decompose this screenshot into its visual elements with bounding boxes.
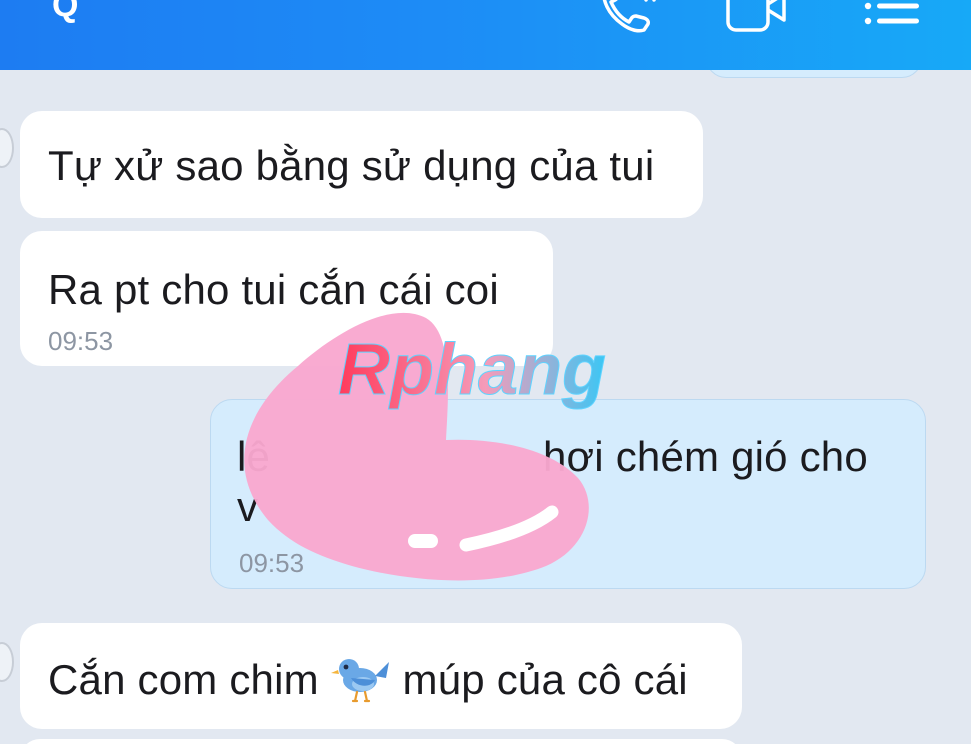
message-bubble-outgoing[interactable]: lê hơi chém gió cho v 09:53 xyxy=(210,399,926,589)
message-timestamp: 09:53 xyxy=(48,326,114,356)
message-text: Cắn com chim múp của cô cái xyxy=(48,654,688,704)
message-text-part: Cắn com chim xyxy=(48,656,331,703)
message-timestamp: 09:53 xyxy=(239,548,305,578)
search-icon[interactable]: Q xyxy=(52,0,82,22)
chat-header: Q xyxy=(0,0,971,70)
phone-call-icon[interactable] xyxy=(594,0,656,38)
bird-emoji-icon xyxy=(330,659,389,703)
message-bubble[interactable]: Ra pt cho tui cắn cái coi 09:53 xyxy=(20,231,553,366)
message-text-end: hơi chém gió cho xyxy=(543,433,868,480)
message-bubble[interactable]: Tự xử sao bằng sử dụng của tui xyxy=(20,111,703,218)
previous-message-bubble[interactable] xyxy=(706,70,922,78)
avatar[interactable] xyxy=(0,128,14,168)
message-text-part: múp của cô cái xyxy=(390,656,688,703)
menu-list-icon[interactable] xyxy=(860,0,924,34)
message-text: Ra pt cho tui cắn cái coi xyxy=(48,266,499,313)
avatar[interactable] xyxy=(0,642,14,682)
video-call-icon[interactable] xyxy=(722,0,792,36)
message-text-line2: v xyxy=(237,483,259,530)
conversation[interactable]: Tự xử sao bằng sử dụng của tui Ra pt cho… xyxy=(0,70,971,744)
message-bubble[interactable]: Cắn com chim múp của cô cái xyxy=(20,623,742,729)
next-message-bubble[interactable] xyxy=(20,739,742,744)
message-text: Tự xử sao bằng sử dụng của tui xyxy=(48,142,655,189)
message-text-start: lê xyxy=(237,433,271,480)
